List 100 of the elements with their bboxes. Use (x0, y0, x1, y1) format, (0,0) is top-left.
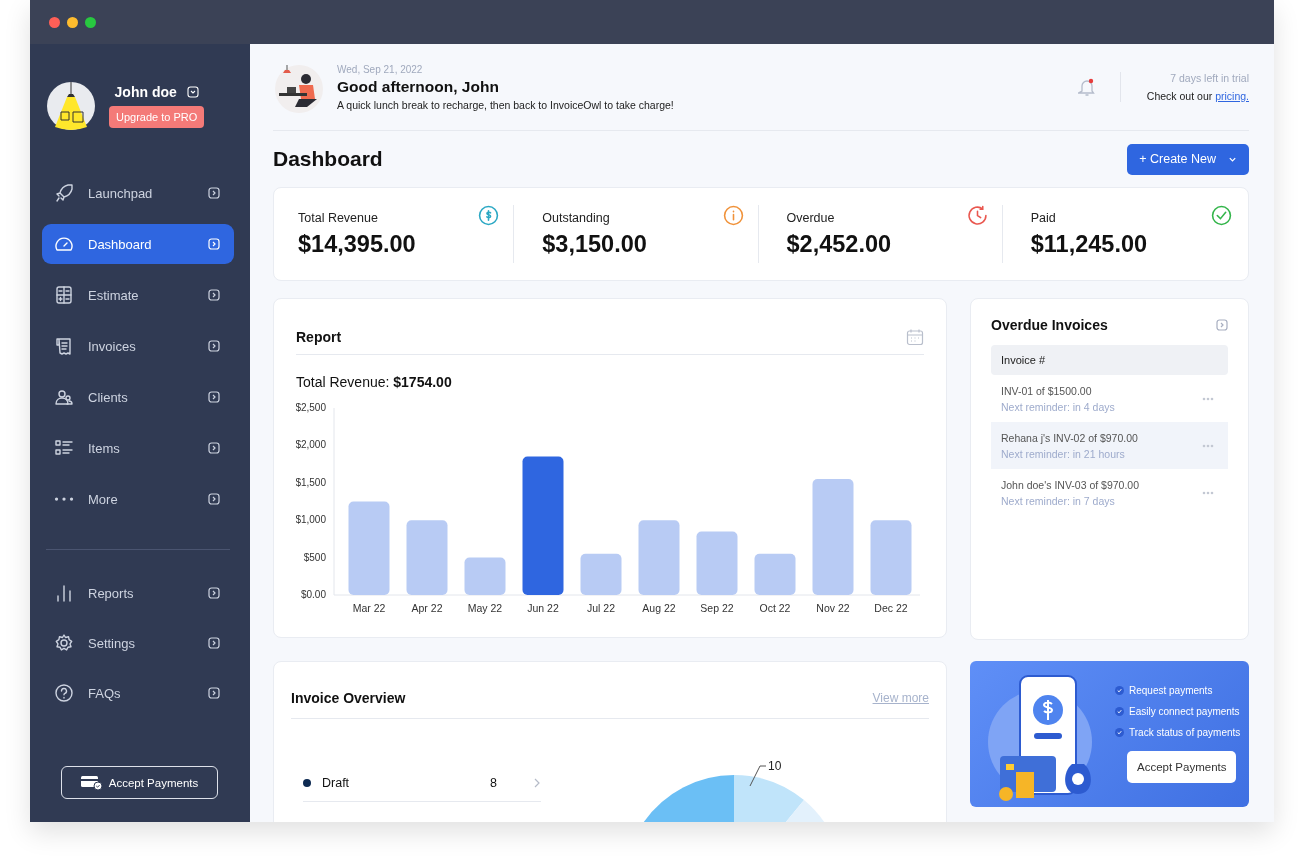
list-icon (54, 438, 74, 458)
y-tick-label: $500 (303, 551, 326, 563)
pricing-link[interactable]: pricing. (1215, 90, 1249, 102)
revenue-bar[interactable] (580, 553, 622, 595)
dollar-icon (478, 205, 500, 226)
x-tick-label: Jul 22 (587, 602, 615, 614)
feature-text: Easily connect payments (1129, 706, 1240, 717)
x-tick-label: Oct 22 (759, 602, 791, 614)
nav-item[interactable]: Items (42, 428, 234, 468)
check-icon (1115, 707, 1124, 716)
stat-value: $3,150.00 (542, 231, 647, 258)
page-title: Dashboard (273, 147, 383, 171)
legend-label: Draft (322, 776, 351, 790)
chevron-icon (208, 187, 220, 199)
revenue-bar[interactable] (522, 456, 564, 595)
revenue-bar[interactable] (464, 557, 506, 595)
revenue-bar[interactable] (406, 520, 448, 595)
card-title: Overdue Invoices (991, 317, 1108, 333)
stat-value: $2,452.00 (786, 231, 892, 258)
date-text: Wed, Sep 21, 2022 (337, 63, 424, 75)
user-name: John doe (114, 84, 177, 100)
accept-payments-button[interactable]: Accept Payments (61, 766, 218, 799)
stat-value: $11,245.00 (1030, 231, 1148, 258)
chevron-icon (208, 391, 220, 403)
column-header: Invoice # (991, 345, 1228, 375)
x-tick-label: Sep 22 (700, 602, 734, 614)
x-tick-label: Mar 22 (352, 602, 386, 614)
create-new-button[interactable]: + Create New (1127, 143, 1249, 175)
revenue-bar[interactable] (696, 531, 738, 595)
y-tick-label: $1,000 (296, 514, 326, 526)
revenue-bar[interactable] (348, 501, 390, 595)
chevron-icon (208, 238, 220, 250)
window-control[interactable] (67, 16, 78, 28)
check-circle-icon (1211, 205, 1232, 226)
nav-item[interactable]: More (42, 479, 234, 519)
revenue-bar[interactable] (754, 553, 796, 595)
y-tick-label: $0.00 (300, 589, 326, 600)
invoice-row[interactable]: John doe's INV-03 of $970.00 Next reminder: in 7 days (991, 469, 1228, 516)
legend-count: 8 (490, 776, 497, 790)
nav-item[interactable]: Launchpad (42, 173, 234, 213)
clock-icon (966, 205, 988, 226)
check-icon (1115, 728, 1124, 737)
info-icon (722, 205, 744, 226)
total-revenue-text: Total Revenue: $1754.00 (296, 374, 453, 390)
invoice-row[interactable]: Rehana j's INV-02 of $970.00 Next reminder: in 21 hours (991, 422, 1228, 469)
pie-value-label: 10 (768, 759, 782, 773)
invoice-row[interactable]: INV-01 of $1500.00 Next reminder: in 4 days (991, 375, 1228, 422)
chevron-icon (208, 493, 220, 505)
stat-label: Total Revenue (298, 211, 379, 225)
nav-item[interactable]: Dashboard (42, 224, 234, 264)
more-icon[interactable] (1202, 490, 1214, 495)
card-title: Invoice Overview (291, 690, 406, 706)
settings-icon (54, 633, 74, 653)
nav-item[interactable]: Invoices (42, 326, 234, 366)
more-icon[interactable] (1202, 396, 1214, 401)
x-tick-label: Dec 22 (874, 602, 908, 614)
notification-bell-icon[interactable] (1077, 77, 1096, 97)
revenue-bar[interactable] (812, 479, 854, 595)
calculator-icon (54, 285, 74, 305)
nav-item[interactable]: Estimate (42, 275, 234, 315)
chevron-icon (208, 637, 220, 649)
greeting-title: Good afternoon, John (337, 77, 500, 96)
credit-card-icon (80, 775, 103, 790)
stat-label: Paid (1030, 211, 1057, 225)
chevron-icon[interactable] (533, 778, 541, 788)
feature-text: Request payments (1129, 685, 1213, 696)
x-tick-label: Nov 22 (816, 602, 850, 614)
stat-label: Overdue (786, 211, 836, 225)
invoice-title: Rehana j's INV-02 of $970.00 (1001, 431, 1139, 444)
leader-line (749, 765, 767, 787)
feature-text: Track status of payments (1129, 727, 1241, 738)
revenue-bar[interactable] (870, 520, 912, 595)
nav-item[interactable]: Reports (42, 573, 234, 613)
reminder-text: Next reminder: in 21 hours (1001, 447, 1126, 460)
nav-item[interactable]: Settings (42, 623, 234, 663)
avatar-illustration (47, 82, 95, 130)
nav-item[interactable]: Clients (42, 377, 234, 417)
people-icon (54, 387, 74, 407)
chevron-icon (208, 687, 220, 699)
accept-payments-button[interactable]: Accept Payments (1127, 751, 1237, 783)
invoice-title: INV-01 of $1500.00 (1001, 384, 1093, 397)
gauge-icon (54, 234, 74, 254)
window-control[interactable] (85, 16, 96, 28)
dropdown-icon[interactable] (186, 86, 199, 98)
check-icon (1115, 686, 1124, 695)
nav-item[interactable]: FAQs (42, 673, 234, 713)
chevron-icon (1216, 319, 1228, 331)
greeting-message: A quick lunch break to recharge, then back to InvoiceOwl to take charge! (337, 98, 675, 111)
y-tick-label: $2,500 (296, 402, 326, 413)
invoice-title: John doe's INV-03 of $970.00 (1001, 478, 1141, 491)
x-tick-label: Aug 22 (642, 602, 676, 614)
y-tick-label: $1,500 (296, 476, 326, 488)
revenue-bar[interactable] (638, 520, 680, 595)
chevron-icon (208, 587, 220, 599)
stat-label: Outstanding (542, 211, 611, 225)
stat-value: $14,395.00 (298, 231, 416, 258)
window-control[interactable] (49, 16, 60, 28)
more-icon[interactable] (1202, 443, 1214, 448)
more-icon (54, 497, 74, 501)
calendar-icon[interactable] (906, 328, 924, 346)
